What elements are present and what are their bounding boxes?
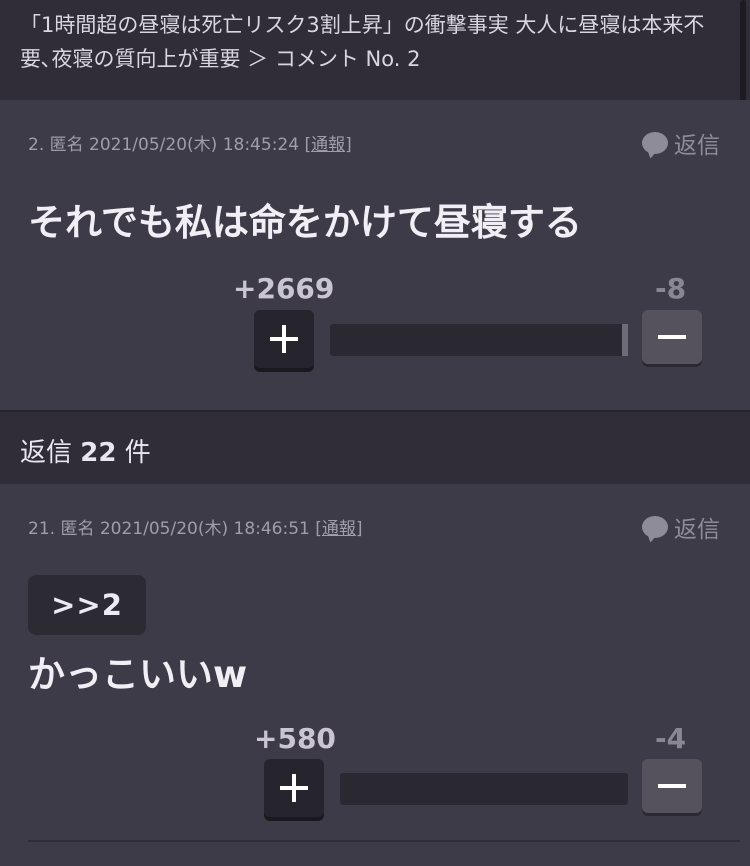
report-link[interactable]: [通報]	[315, 519, 362, 539]
replies-count-label: 返信 22 件	[20, 432, 151, 469]
comment-author: 匿名	[60, 519, 95, 539]
plus-count: +580	[254, 722, 336, 755]
minus-count: -4	[655, 722, 687, 755]
comment-datetime: 2021/05/20(木) 18:45:24	[89, 135, 300, 155]
replies-header: 返信 22 件	[0, 410, 750, 486]
reply-button[interactable]: 返信	[642, 126, 720, 160]
vote-ratio-minus-segment	[622, 324, 628, 356]
divider	[28, 840, 740, 842]
comment-reply: 21. 匿名 2021/05/20(木) 18:46:51 [通報] 返信 >>…	[0, 484, 750, 842]
replies-prefix: 返信	[20, 438, 73, 468]
quote-anchor-link[interactable]: >>2	[28, 575, 146, 635]
minus-button[interactable]	[642, 759, 702, 813]
vote-ratio-bar	[340, 773, 628, 805]
comment-meta: 21. 匿名 2021/05/20(木) 18:46:51 [通報]	[28, 514, 363, 539]
page-title[interactable]: 「1時間超の昼寝は死亡リスク3割上昇」の衝撃事実 大人に昼寝は本来不要､夜寝の質…	[20, 8, 720, 76]
comment-number: 21.	[28, 519, 56, 539]
comment-body: かっこいいw	[28, 653, 248, 696]
comment-number: 2.	[28, 135, 45, 155]
reply-button[interactable]: 返信	[642, 510, 720, 544]
replies-count: 22	[80, 438, 117, 468]
comment-datetime: 2021/05/20(木) 18:46:51	[99, 519, 310, 539]
replies-suffix: 件	[124, 438, 151, 468]
vote-ratio-bar	[330, 324, 628, 356]
reply-label: 返信	[674, 517, 720, 543]
plus-button[interactable]	[264, 759, 324, 817]
minus-count: -8	[655, 272, 687, 305]
header: 「1時間超の昼寝は死亡リスク3割上昇」の衝撃事実 大人に昼寝は本来不要､夜寝の質…	[0, 0, 750, 100]
speech-bubble-icon	[642, 132, 668, 154]
reply-label: 返信	[674, 133, 720, 159]
minus-button[interactable]	[642, 310, 702, 364]
speech-bubble-icon	[642, 516, 668, 538]
plus-button[interactable]	[254, 310, 314, 368]
comment-body: それでも私は命をかけて昼寝する	[28, 201, 582, 244]
plus-count: +2669	[233, 272, 335, 305]
comment-meta: 2. 匿名 2021/05/20(木) 18:45:24 [通報]	[28, 130, 352, 155]
comment-main: 2. 匿名 2021/05/20(木) 18:45:24 [通報] 返信 それで…	[0, 100, 750, 410]
report-link[interactable]: [通報]	[304, 135, 351, 155]
comment-author: 匿名	[49, 135, 84, 155]
